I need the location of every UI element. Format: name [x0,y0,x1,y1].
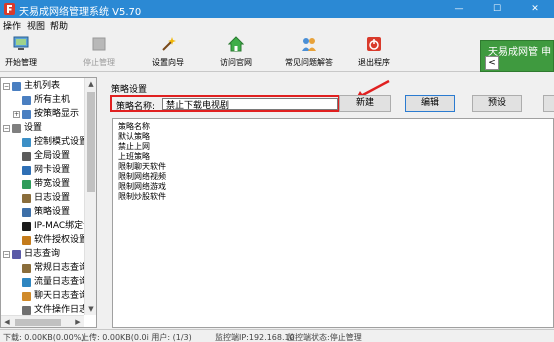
sidebar-item-label: 日志查询 [24,249,61,259]
sidebar-vertical-scrollbar[interactable]: ▲ ▼ [84,78,96,315]
scroll-right-icon[interactable]: ▶ [72,316,84,327]
log-icon [22,264,31,273]
sidebar-item-label: 设置 [24,123,43,133]
menu-operate[interactable]: 操作 [3,19,21,32]
stop-manage-label: 停止管理 [83,58,115,67]
traffic-icon [22,278,31,287]
computer-icon [22,110,31,119]
report-icon [12,250,21,259]
sidebar-item-label: 所有主机 [34,95,71,105]
visit-site-button[interactable]: 访问官网 [214,34,258,70]
home-icon [228,36,244,52]
policy-name-highlight: 策略名称: [110,95,340,112]
menu-view[interactable]: 视图 [27,19,45,32]
sidebar-item-label: 软件授权设置 [34,235,89,245]
file-icon [22,306,31,315]
policy-name-input[interactable] [162,98,338,110]
brand-panel: 天易成网管 申 < [480,40,554,72]
stop-manage-button[interactable]: 停止管理 [77,34,121,70]
hscroll-thumb[interactable] [15,319,61,326]
chat-icon [22,292,31,301]
list-item[interactable]: 限制网络游戏 [118,182,166,192]
visit-site-label: 访问官网 [220,58,252,67]
list-item[interactable]: 上班策略 [118,152,150,162]
faq-icon [302,38,316,51]
sidebar-item-label: 按策略显示 [34,109,80,119]
computer-icon [12,82,21,91]
menu-help[interactable]: 帮助 [50,19,68,32]
exit-button[interactable]: 退出程序 [352,34,396,70]
setup-wizard-label: 设置向导 [152,58,184,67]
list-item[interactable]: 限制聊天软件 [118,162,166,172]
collapse-icon[interactable]: − [3,83,10,90]
bandwidth-icon [22,180,31,189]
monitor-icon [13,36,29,50]
policy-icon [22,208,31,217]
scroll-up-icon[interactable]: ▲ [85,78,96,90]
list-item[interactable]: 限制炒股软件 [118,192,166,202]
status-upload: 上传: 0.00KB(0.0i 用户: (1/3) [81,333,192,342]
sidebar-item-label: 日志设置 [34,193,71,203]
sidebar-item-label: 网卡设置 [34,165,71,175]
exit-label: 退出程序 [358,58,390,67]
start-manage-label: 开始管理 [5,58,37,67]
sidebar-item-label: 聊天日志查询 [34,291,89,301]
window-title: 天易成网络管理系统 V5.70 [19,7,142,18]
toolbar: 开始管理 停止管理 设置向导 访问官网 常见问题解答 退出程序 [0,32,554,72]
status-bar: 下载: 0.00KB(0.00%) 上传: 0.00KB(0.0i 用户: (1… [0,329,554,342]
scroll-left-icon[interactable]: ◀ [1,316,13,327]
power-icon [367,37,381,51]
collapse-icon[interactable]: − [3,251,10,258]
sidebar-item-label: 全局设置 [34,151,71,161]
list-item[interactable]: 禁止上网 [118,142,150,152]
list-header: 策略名称 [118,122,150,131]
minimize-button[interactable]: — [440,0,478,18]
sidebar-item-label: 控制模式设置 [34,137,89,147]
sidebar-item-label: 主机列表 [24,81,61,91]
gear-icon [22,152,31,161]
faq-button[interactable]: 常见问题解答 [278,34,340,70]
scroll-down-icon[interactable]: ▼ [85,303,96,315]
wand-icon [162,37,176,51]
sidebar-item-label: 流量日志查询 [34,277,89,287]
maximize-button[interactable]: ☐ [478,0,516,18]
menu-bar: 操作 视图 帮助 [0,18,554,32]
stop-icon [92,37,106,51]
faq-label: 常见问题解答 [285,58,333,67]
scroll-left-button[interactable]: < [485,56,499,70]
collapse-icon[interactable]: − [3,125,10,132]
status-monitor-state: 监控端状态:停止管理 [287,333,362,342]
policy-list[interactable]: 策略名称 默认策略 禁止上网 上班策略 限制聊天软件 限制网络视频 限制网络游戏 限制炒股软件 [112,118,554,328]
close-button[interactable]: ✕ [516,0,554,18]
sidebar-item-label: 策略设置 [34,207,71,217]
nic-icon [22,166,31,175]
computer-icon [22,96,31,105]
scroll-thumb[interactable] [87,92,95,192]
section-title: 策略设置 [111,85,148,95]
app-icon [4,3,15,15]
status-download: 下载: 0.00KB(0.00%) [3,333,85,342]
license-icon [22,236,31,245]
policy-name-label: 策略名称: [116,102,156,112]
new-policy-button[interactable]: 新建 [339,95,391,112]
setup-wizard-button[interactable]: 设置向导 [146,34,190,70]
status-monitor-ip: 监控端IP:192.168.10 [215,333,295,342]
sidebar-item-label: 带宽设置 [34,179,71,189]
preset-policy-button[interactable]: 预设 [472,95,522,112]
more-button[interactable] [543,95,554,112]
ipmac-icon [22,222,31,231]
edit-policy-button[interactable]: 编辑 [405,95,455,112]
control-icon [22,138,31,147]
expand-icon[interactable]: + [13,111,20,118]
policy-settings-panel: 策略设置 策略名称: 新建 编辑 预设 策略名称默认策略禁止上网上班策略限制聊天… [101,77,554,328]
sidebar-item-label: 常规日志查询 [34,263,89,273]
start-manage-button[interactable]: 开始管理 [0,34,42,70]
wrench-icon [12,124,21,133]
list-item[interactable]: 默认策略 [118,132,150,142]
navigation-tree: − 主机列表所有主机 + 按策略显示 − 设置控制模式设置 全局设置网卡设置带宽设置日志设置… [0,77,97,328]
list-item[interactable]: 限制网络视频 [118,172,166,182]
log-icon [22,194,31,203]
sidebar-horizontal-scrollbar[interactable]: ◀ ▶ [1,315,84,327]
title-bar: 天易成网络管理系统 V5.70 — ☐ ✕ [0,0,554,18]
